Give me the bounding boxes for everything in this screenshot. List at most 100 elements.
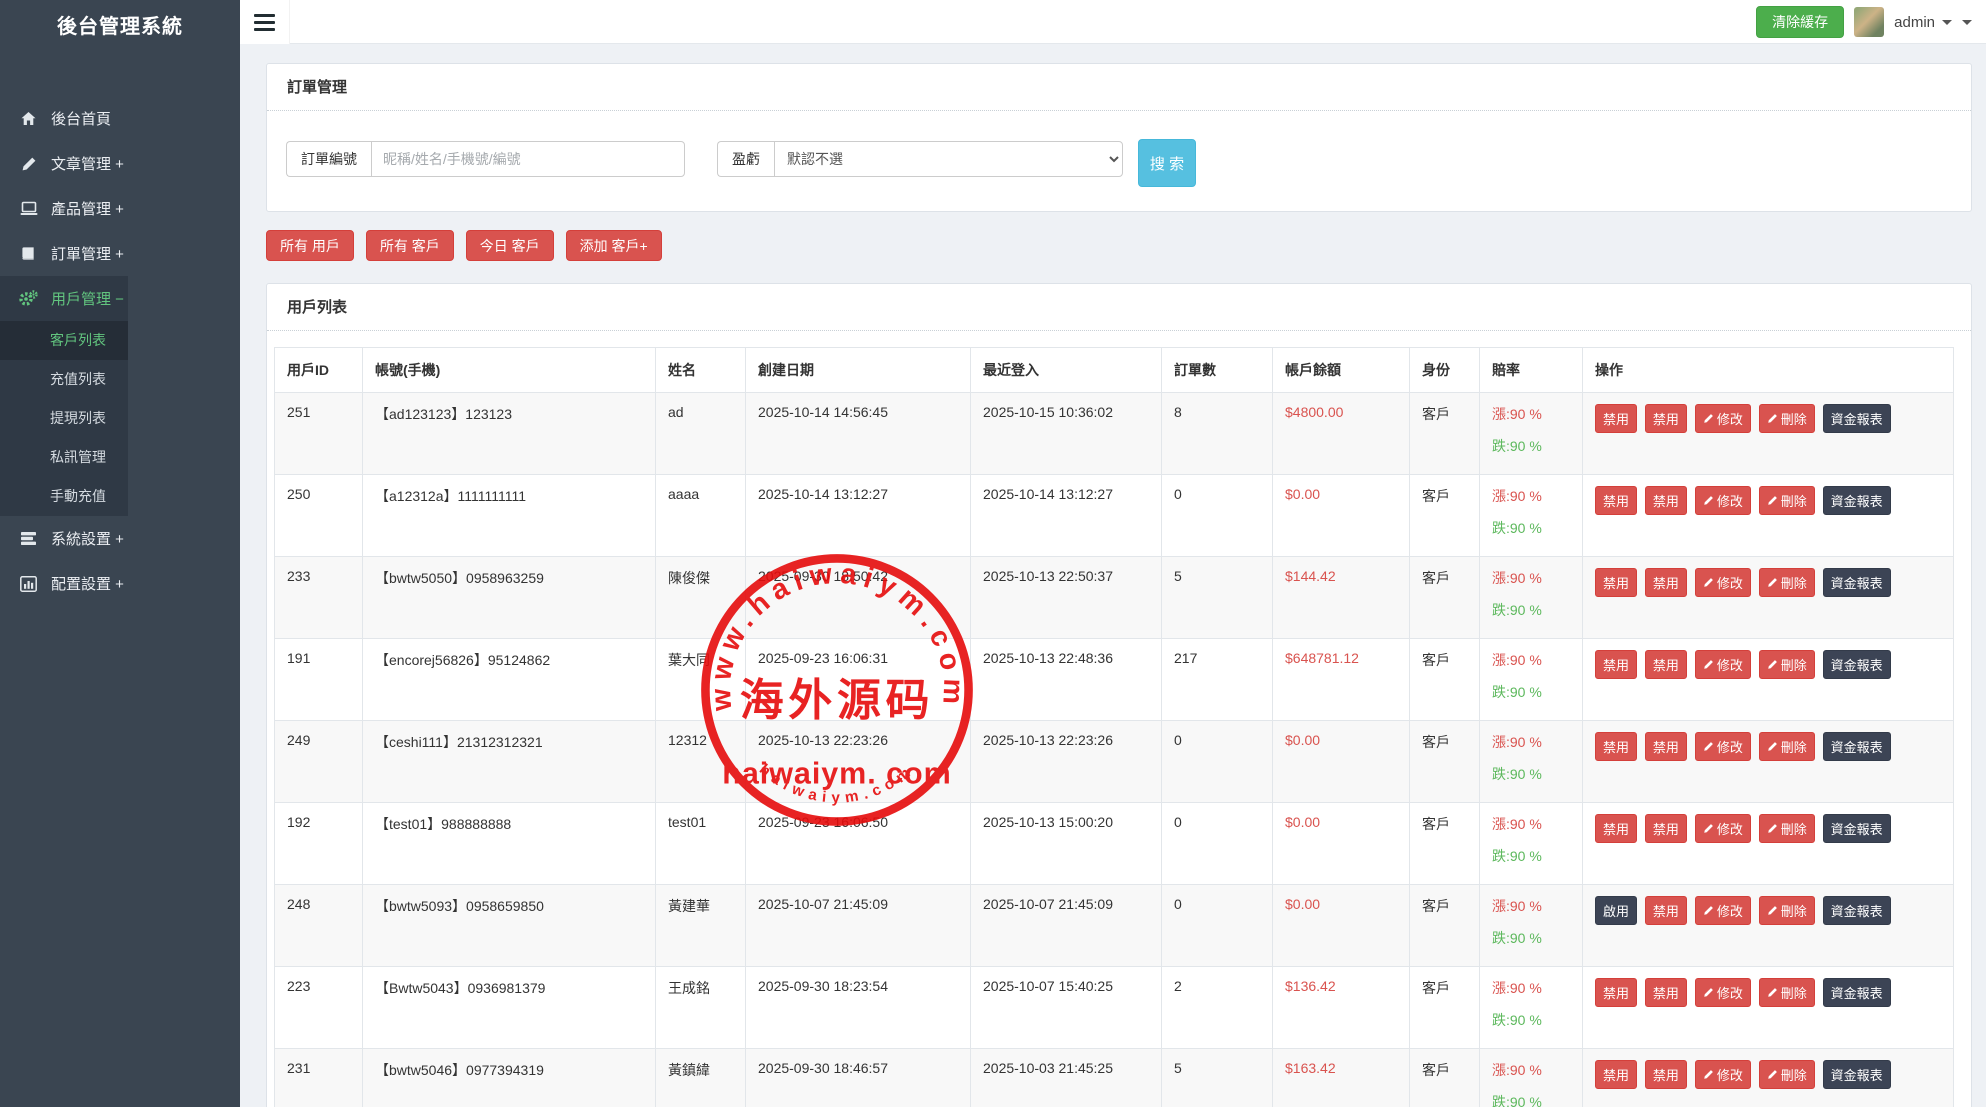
cell-balance: $648781.12 <box>1273 639 1410 721</box>
fund-report-button[interactable]: 資金報表 <box>1823 978 1891 1007</box>
edit-button[interactable]: 修改 <box>1695 1060 1751 1089</box>
delete-button[interactable]: 刪除 <box>1759 978 1815 1007</box>
search-button[interactable]: 搜 索 <box>1138 139 1196 187</box>
delete-button[interactable]: 刪除 <box>1759 732 1815 761</box>
all-customers-button[interactable]: 所有 客戶 <box>366 230 454 261</box>
add-customer-button[interactable]: 添加 客戶+ <box>566 230 662 261</box>
sidebar-item-home[interactable]: 後台首頁 <box>0 96 240 141</box>
pencil-icon <box>1767 987 1778 998</box>
delete-button[interactable]: 刪除 <box>1759 568 1815 597</box>
edit-button[interactable]: 修改 <box>1695 650 1751 679</box>
toggle-status-button[interactable]: 禁用 <box>1595 568 1637 597</box>
fund-report-button[interactable]: 資金報表 <box>1823 732 1891 761</box>
edit-button[interactable]: 修改 <box>1695 978 1751 1007</box>
sidebar-item-config[interactable]: 配置設置 + <box>0 561 240 606</box>
fund-report-button[interactable]: 資金報表 <box>1823 1060 1891 1089</box>
toggle-status-button[interactable]: 禁用 <box>1595 978 1637 1007</box>
edit-button[interactable]: 修改 <box>1695 404 1751 433</box>
delete-button[interactable]: 刪除 <box>1759 486 1815 515</box>
sidebar-item-label: 後台首頁 <box>51 108 111 129</box>
cell-orders: 2 <box>1162 967 1273 1049</box>
fund-report-button[interactable]: 資金報表 <box>1823 814 1891 843</box>
edit-button[interactable]: 修改 <box>1695 568 1751 597</box>
sidebar-group-users: 用戶管理 − 客戶列表 充值列表 提現列表 私訊管理 手動充值 <box>0 276 128 516</box>
cell-odds: 漲:90 % 跌:90 % <box>1480 967 1583 1049</box>
submenu-item-withdraw-list[interactable]: 提現列表 <box>0 399 128 438</box>
cell-account: 【ad123123】123123 <box>363 393 656 475</box>
delete-button[interactable]: 刪除 <box>1759 404 1815 433</box>
clear-cache-button[interactable]: 清除緩存 <box>1756 6 1844 38</box>
cell-account: 【ceshi111】21312312321 <box>363 721 656 803</box>
toggle-status-button[interactable]: 禁用 <box>1595 404 1637 433</box>
toggle-status-button[interactable]: 啟用 <box>1595 896 1637 925</box>
ban-button[interactable]: 禁用 <box>1645 1060 1687 1089</box>
fund-report-button[interactable]: 資金報表 <box>1823 896 1891 925</box>
pencil-icon <box>1703 577 1714 588</box>
today-customers-button[interactable]: 今日 客戶 <box>466 230 554 261</box>
toggle-status-button[interactable]: 禁用 <box>1595 814 1637 843</box>
sidebar-item-products[interactable]: 產品管理 + <box>0 186 240 231</box>
ban-button[interactable]: 禁用 <box>1645 896 1687 925</box>
all-users-button[interactable]: 所有 用戶 <box>266 230 354 261</box>
col-actions: 操作 <box>1583 348 1954 393</box>
cell-name: 黃鎮緯 <box>656 1049 746 1107</box>
delete-button[interactable]: 刪除 <box>1759 814 1815 843</box>
toggle-status-button[interactable]: 禁用 <box>1595 650 1637 679</box>
topbar: 清除緩存 admin <box>240 0 1986 44</box>
odds-down-value: 跌:90 % <box>1492 518 1570 538</box>
fund-report-button[interactable]: 資金報表 <box>1823 486 1891 515</box>
col-odds: 賠率 <box>1480 348 1583 393</box>
cell-actions: 禁用 禁用 修改 刪除 資金報表 <box>1583 721 1954 803</box>
ban-button[interactable]: 禁用 <box>1645 814 1687 843</box>
ban-button[interactable]: 禁用 <box>1645 486 1687 515</box>
keyword-input[interactable] <box>371 141 685 177</box>
sidebar-item-system[interactable]: 系統設置 + <box>0 516 240 561</box>
pencil-icon <box>1767 741 1778 752</box>
fund-report-button[interactable]: 資金報表 <box>1823 650 1891 679</box>
odds-down-value: 跌:90 % <box>1492 764 1570 784</box>
odds-up-value: 漲:90 % <box>1492 896 1570 916</box>
sidebar-item-orders[interactable]: 訂單管理 + <box>0 231 240 276</box>
edit-button[interactable]: 修改 <box>1695 896 1751 925</box>
ban-button[interactable]: 禁用 <box>1645 978 1687 1007</box>
cell-name: 12312 <box>656 721 746 803</box>
sidebar-toggle-button[interactable] <box>240 0 290 44</box>
cell-role: 客戶 <box>1410 721 1480 803</box>
toggle-status-button[interactable]: 禁用 <box>1595 732 1637 761</box>
chevron-down-icon[interactable] <box>1962 20 1972 25</box>
profit-select[interactable]: 默認不選 <box>774 141 1123 177</box>
cell-user-id: 231 <box>275 1049 363 1107</box>
cell-name: 陳俊傑 <box>656 557 746 639</box>
fund-report-button[interactable]: 資金報表 <box>1823 568 1891 597</box>
sidebar-item-users[interactable]: 用戶管理 − <box>0 276 128 321</box>
submenu-item-customer-list[interactable]: 客戶列表 <box>0 321 128 360</box>
edit-button[interactable]: 修改 <box>1695 732 1751 761</box>
delete-button[interactable]: 刪除 <box>1759 650 1815 679</box>
edit-button[interactable]: 修改 <box>1695 814 1751 843</box>
fund-report-button[interactable]: 資金報表 <box>1823 404 1891 433</box>
server-list-icon <box>19 530 38 547</box>
submenu-item-manual-recharge[interactable]: 手動充值 <box>0 477 128 516</box>
ban-button[interactable]: 禁用 <box>1645 404 1687 433</box>
sidebar-item-label: 系統設置 + <box>51 528 124 549</box>
toggle-status-button[interactable]: 禁用 <box>1595 486 1637 515</box>
cell-account: 【bwtw5046】0977394319 <box>363 1049 656 1107</box>
user-dropdown[interactable]: admin <box>1894 14 1952 31</box>
avatar[interactable] <box>1854 7 1884 37</box>
sidebar-item-articles[interactable]: 文章管理 + <box>0 141 240 186</box>
ban-button[interactable]: 禁用 <box>1645 568 1687 597</box>
cell-role: 客戶 <box>1410 639 1480 721</box>
toggle-status-button[interactable]: 禁用 <box>1595 1060 1637 1089</box>
delete-button[interactable]: 刪除 <box>1759 896 1815 925</box>
cell-odds: 漲:90 % 跌:90 % <box>1480 803 1583 885</box>
submenu-item-recharge-list[interactable]: 充值列表 <box>0 360 128 399</box>
ban-button[interactable]: 禁用 <box>1645 732 1687 761</box>
odds-up-value: 漲:90 % <box>1492 568 1570 588</box>
submenu-item-message-mgmt[interactable]: 私訊管理 <box>0 438 128 477</box>
odds-up-value: 漲:90 % <box>1492 404 1570 424</box>
edit-button[interactable]: 修改 <box>1695 486 1751 515</box>
ban-button[interactable]: 禁用 <box>1645 650 1687 679</box>
cell-last-login: 2025-10-13 22:48:36 <box>971 639 1162 721</box>
delete-button[interactable]: 刪除 <box>1759 1060 1815 1089</box>
pencil-icon <box>1703 905 1714 916</box>
